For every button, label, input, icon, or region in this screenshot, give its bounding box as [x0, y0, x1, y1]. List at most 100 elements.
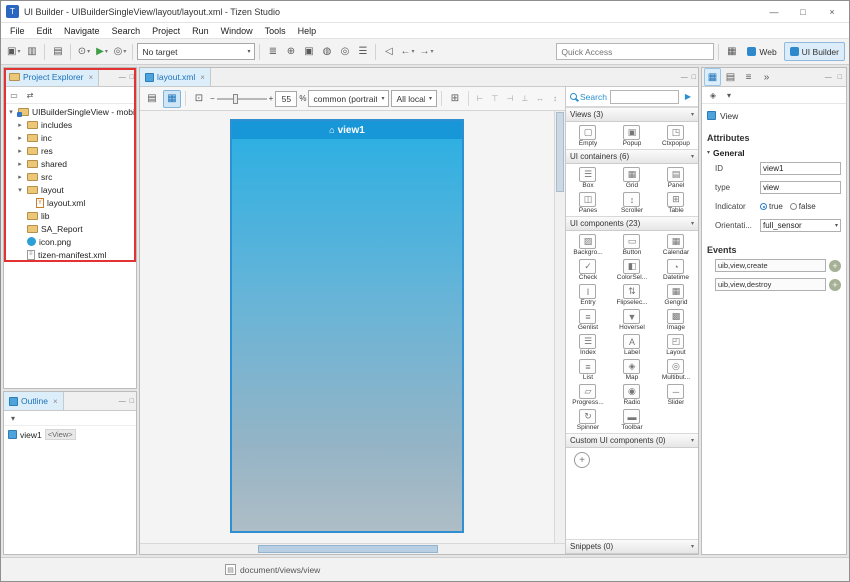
general-group-header[interactable]: ▾ General — [707, 146, 841, 159]
zoom-out-icon[interactable]: − — [210, 94, 215, 103]
horizontal-scrollbar-thumb[interactable] — [258, 545, 438, 553]
tree-item-tizen-manifest-xml[interactable]: tizen-manifest.xml — [4, 248, 136, 261]
match-width-icon[interactable]: ↔ — [533, 91, 547, 106]
palette-item-index[interactable]: ☰Index — [566, 332, 610, 357]
event-name-field[interactable]: uib,view,create — [715, 259, 826, 272]
radio-true-icon[interactable] — [760, 203, 767, 210]
maximize-button[interactable]: □ — [791, 7, 815, 17]
menu-run[interactable]: Run — [186, 25, 215, 37]
orientati-select[interactable]: full_sensor▾ — [760, 219, 841, 232]
perspective-ui-builder-button[interactable]: UI Builder — [784, 42, 845, 61]
tab-layout-xml[interactable]: layout.xml × — [140, 68, 211, 86]
palette-item-check[interactable]: ✓Check — [566, 257, 610, 282]
palette-item-label[interactable]: ALabel — [610, 332, 654, 357]
palette-item-ctxpopup[interactable]: ◳Ctxpopup — [654, 123, 698, 148]
align-center-icon[interactable]: ⊤ — [488, 91, 502, 106]
palette-section-ui-components-23[interactable]: UI components (23)▾ — [566, 216, 698, 231]
new-wizard-icon[interactable]: ▣▾ — [5, 43, 22, 61]
open-perspective-icon[interactable]: ▥ — [23, 43, 40, 61]
palette-item-radio[interactable]: ◉Radio — [610, 382, 654, 407]
device-manager-icon[interactable]: ◎ — [336, 43, 353, 61]
locale-select[interactable]: All locales ▾ — [391, 90, 437, 107]
quick-access-input[interactable] — [556, 43, 714, 60]
tree-collapsed-icon[interactable]: ▸ — [16, 160, 24, 168]
zoom-in-icon[interactable]: + — [269, 94, 274, 103]
open-perspective-button[interactable]: ▦ — [723, 43, 740, 61]
properties-tab-icon[interactable]: ▤ — [722, 68, 739, 86]
tree-collapsed-icon[interactable]: ▸ — [16, 173, 24, 181]
outline-filter-icon[interactable]: ▾ — [6, 411, 20, 425]
palette-item-panes[interactable]: ◫Panes — [566, 190, 610, 215]
palette-item-slider[interactable]: ─Slider — [654, 382, 698, 407]
menu-tools[interactable]: Tools — [259, 25, 292, 37]
tab-outline[interactable]: Outline × — [4, 392, 64, 410]
palette-item-panel[interactable]: ▤Panel — [654, 165, 698, 190]
view-actions-icon[interactable]: ◈ — [706, 88, 720, 102]
collapse-all-icon[interactable]: ▭ — [7, 88, 21, 102]
add-custom-component-button[interactable]: + — [574, 452, 590, 468]
tree-item-src[interactable]: ▸src — [4, 170, 136, 183]
palette-item-genlist[interactable]: ≡Genlist — [566, 307, 610, 332]
tree-item-layout[interactable]: ▾layout — [4, 183, 136, 196]
menu-window[interactable]: Window — [215, 25, 259, 37]
tree-expanded-icon[interactable]: ▾ — [16, 186, 24, 194]
close-button[interactable]: × — [820, 7, 844, 17]
palette-item-button[interactable]: ▭Button — [610, 232, 654, 257]
tree-item-uibuildersingleview-mobile-4-0[interactable]: ▾UIBuilderSingleView - mobile-4.0 — [4, 105, 136, 118]
palette-item-entry[interactable]: IEntry — [566, 282, 610, 307]
palette-item-datetime[interactable]: ◔Datetime — [654, 257, 698, 282]
maximize-panel-icon[interactable]: □ — [690, 74, 698, 81]
zoom-slider[interactable] — [217, 92, 267, 106]
match-height-icon[interactable]: ↕ — [548, 91, 562, 106]
tree-collapsed-icon[interactable]: ▸ — [16, 121, 24, 129]
tree-item-includes[interactable]: ▸includes — [4, 118, 136, 131]
palette-item-image[interactable]: ▩Image — [654, 307, 698, 332]
palette-section-snippets-0[interactable]: Snippets (0)▾ — [566, 539, 698, 554]
pin-editor-icon[interactable]: ◁ — [380, 43, 397, 61]
palette-item-hoversel[interactable]: ▼Hoversel — [610, 307, 654, 332]
close-icon[interactable]: × — [200, 73, 205, 82]
palette-section-ui-containers-6[interactable]: UI containers (6)▾ — [566, 149, 698, 164]
search-zoom-icon[interactable]: ⊕ — [282, 43, 299, 61]
palette-item-map[interactable]: ◈Map — [610, 357, 654, 382]
palette-item-table[interactable]: ⊞Table — [654, 190, 698, 215]
forward-icon[interactable]: →▾ — [417, 43, 435, 61]
zoom-input[interactable] — [275, 91, 297, 107]
add-event-handler-button[interactable]: + — [829, 260, 841, 272]
radio-false-icon[interactable] — [790, 203, 797, 210]
perspective-web-button[interactable]: Web — [741, 42, 782, 61]
menu-search[interactable]: Search — [106, 25, 147, 37]
id-input[interactable] — [760, 162, 841, 175]
canvas-viewport[interactable]: ⌂ view1 — [140, 111, 554, 543]
minimize-button[interactable]: — — [762, 7, 786, 17]
source-view-button[interactable]: ▤ — [143, 90, 161, 108]
profile-icon[interactable]: ◎▾ — [111, 43, 128, 61]
vertical-scrollbar-thumb[interactable] — [556, 112, 564, 192]
palette-section-custom-ui-components-0[interactable]: Custom UI components (0)▾ — [566, 433, 698, 448]
emulator-manager-icon[interactable]: ▣ — [300, 43, 317, 61]
close-icon[interactable]: × — [53, 397, 58, 406]
link-with-editor-icon[interactable]: ⇄ — [23, 88, 37, 102]
vertical-scrollbar[interactable] — [554, 111, 565, 543]
menu-navigate[interactable]: Navigate — [58, 25, 106, 37]
design-view-button[interactable]: ▦ — [163, 90, 181, 108]
menu-project[interactable]: Project — [146, 25, 186, 37]
palette-item-flipselec[interactable]: ⇅Flipselec... — [610, 282, 654, 307]
debug-icon[interactable]: ⊙▾ — [75, 43, 92, 61]
overflow-icon[interactable]: » — [758, 68, 775, 86]
radio-option-true[interactable]: true — [760, 202, 783, 211]
align-bottom-icon[interactable]: ⊥ — [518, 91, 532, 106]
certificate-icon[interactable]: ◍ — [318, 43, 335, 61]
palette-item-progress[interactable]: ▱Progress... — [566, 382, 610, 407]
palette-item-empty[interactable]: ▢Empty — [566, 123, 610, 148]
grid-toggle-button[interactable]: ⊞ — [446, 90, 464, 108]
tree-collapsed-icon[interactable]: ▸ — [16, 134, 24, 142]
tree-item-shared[interactable]: ▸shared — [4, 157, 136, 170]
palette-item-scroller[interactable]: ↕Scroller — [610, 190, 654, 215]
tab-project-explorer[interactable]: Project Explorer × — [4, 68, 99, 86]
palette-item-list[interactable]: ≡List — [566, 357, 610, 382]
back-icon[interactable]: ←▾ — [398, 43, 416, 61]
view-mockup[interactable]: ⌂ view1 — [230, 119, 464, 533]
event-name-field[interactable]: uib,view,destroy — [715, 278, 826, 291]
tree-collapsed-icon[interactable]: ▸ — [16, 147, 24, 155]
